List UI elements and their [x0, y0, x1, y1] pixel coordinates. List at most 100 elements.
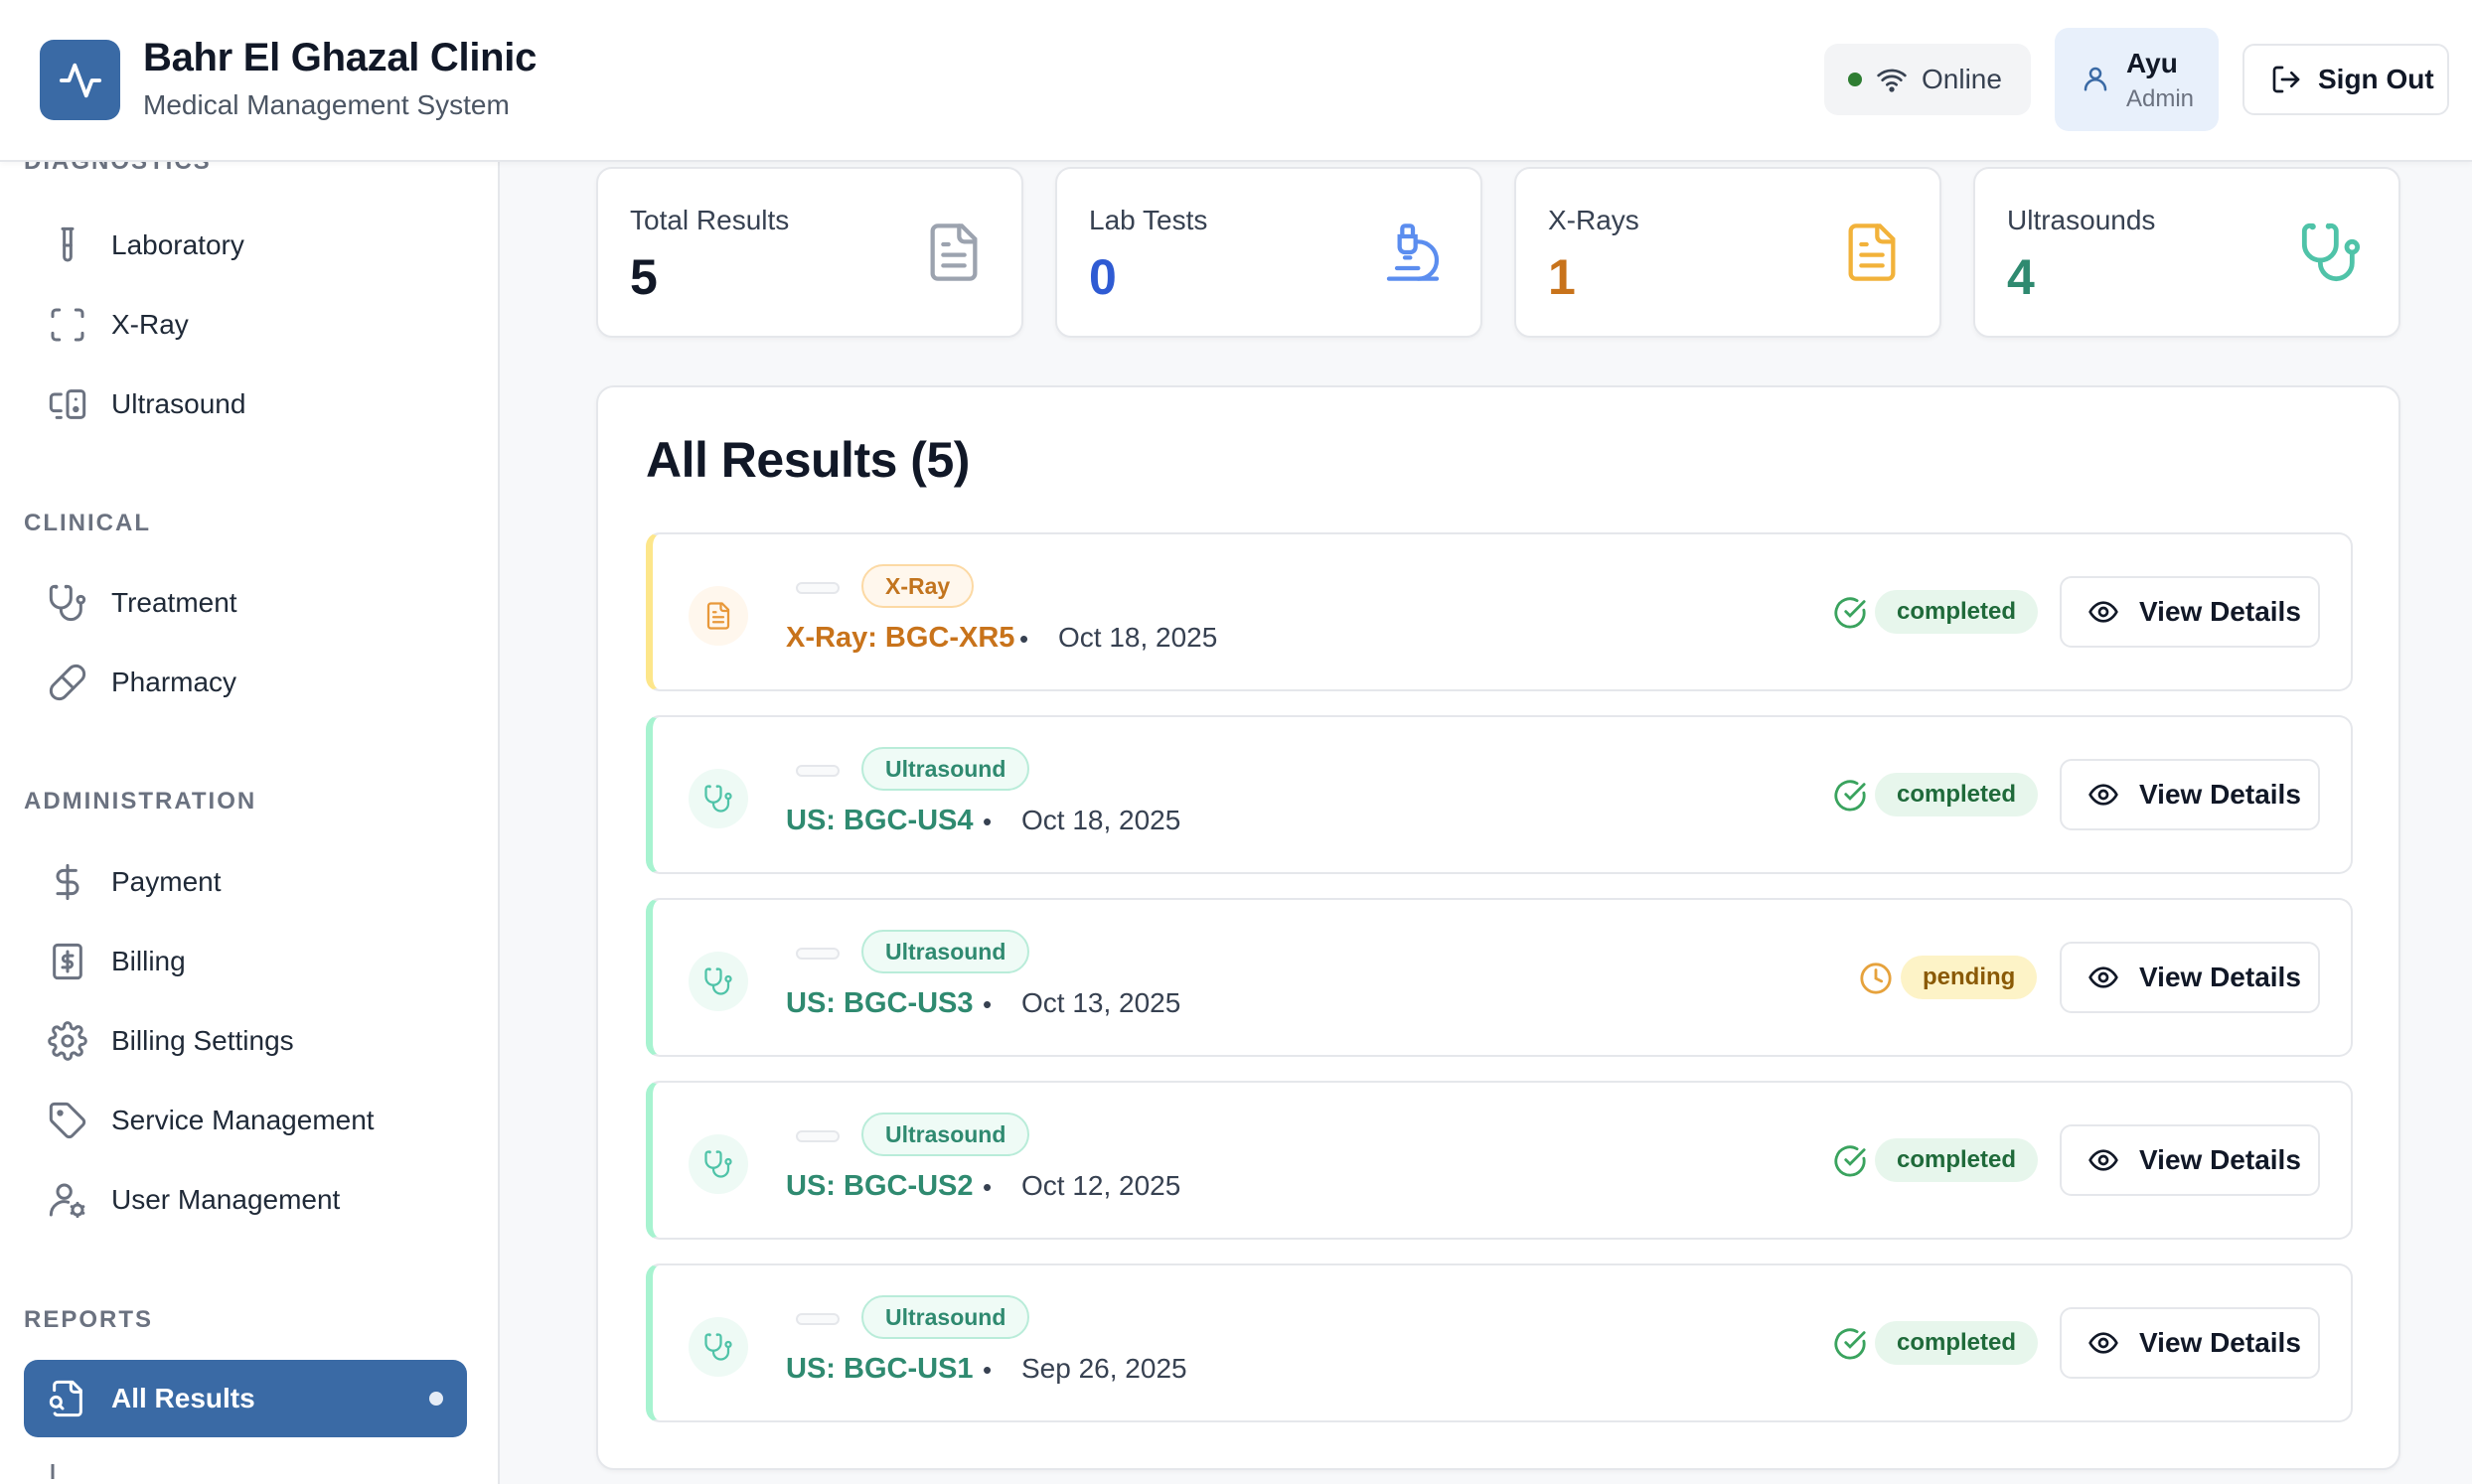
check-circle-icon: [1834, 1145, 1866, 1177]
scan-icon: [51, 308, 84, 342]
sidebar-item-label: Payment: [111, 866, 222, 897]
check-circle-icon: [1834, 1328, 1866, 1360]
sidebar-item-treatment[interactable]: Treatment: [24, 564, 467, 642]
file-text-icon: [1848, 223, 1896, 281]
stat-label: Total Results: [630, 205, 790, 235]
placeholder-pill: [796, 1313, 840, 1325]
placeholder-pill: [796, 948, 840, 960]
stat-label: Lab Tests: [1089, 205, 1208, 235]
stat-value: 4: [2007, 249, 2035, 305]
sidebar-item-all-results[interactable]: All Results: [24, 1360, 467, 1437]
stat-value: 1: [1548, 249, 1576, 305]
status-badge: completed: [1875, 590, 2039, 634]
file-text-icon: [706, 602, 730, 630]
sidebar-item-pharmacy[interactable]: Pharmacy: [24, 644, 467, 721]
result-date: Oct 13, 2025: [1021, 987, 1181, 1018]
result-row[interactable]: Ultrasound US: BGC-US1 • Sep 26, 2025 co…: [646, 1263, 2353, 1422]
results-title: All Results (5): [646, 432, 970, 488]
sidebar-item-label: All Results: [111, 1383, 255, 1413]
result-date: Sep 26, 2025: [1021, 1353, 1187, 1384]
result-title: US: BGC-US3: [786, 987, 974, 1019]
sidebar-item-label: Ultrasound: [111, 388, 246, 419]
stethoscope-icon: [2301, 223, 2361, 282]
view-details-button[interactable]: View Details: [2060, 759, 2320, 830]
eye-icon: [2088, 784, 2118, 806]
status-badge: completed: [1875, 773, 2039, 816]
monitor-speaker-icon: [49, 389, 86, 419]
result-row[interactable]: Ultrasound US: BGC-US3 • Oct 13, 2025 pe…: [646, 898, 2353, 1057]
test-tube-icon: [61, 226, 75, 262]
sidebar-item-user-management[interactable]: User Management: [24, 1161, 467, 1239]
sidebar-item-label: X-Ray: [111, 309, 189, 340]
file-text-icon: [930, 223, 978, 281]
sidebar-item-label: Billing: [111, 946, 186, 976]
activity-icon: [59, 63, 101, 97]
view-details-button[interactable]: View Details: [2060, 576, 2320, 648]
logo[interactable]: [40, 40, 120, 120]
section-reports: REPORTS: [24, 1306, 154, 1333]
section-diagnostics: DIAGNOSTICS: [24, 162, 212, 176]
sidebar-item-ultrasound[interactable]: Ultrasound: [24, 366, 467, 443]
user-profile[interactable]: Ayu Admin: [2055, 28, 2219, 131]
type-badge: Ultrasound: [861, 930, 1030, 973]
sidebar-item-label: User Management: [111, 1184, 341, 1215]
sidebar-item-laboratory[interactable]: Laboratory: [24, 207, 467, 284]
eye-icon: [2088, 601, 2118, 623]
sidebar-item-label: Pharmacy: [111, 667, 237, 697]
stat-card-lab-tests: Lab Tests 0: [1055, 167, 1482, 338]
view-details-label: View Details: [2139, 1327, 2301, 1358]
view-details-button[interactable]: View Details: [2060, 1124, 2320, 1196]
wifi-icon: [1877, 69, 1907, 92]
status-text: Online: [1922, 64, 2002, 94]
receipt-icon: [53, 943, 82, 980]
stat-label: X-Rays: [1548, 205, 1639, 235]
view-details-label: View Details: [2139, 1144, 2301, 1175]
separator-dot: •: [983, 989, 993, 1019]
result-row[interactable]: Ultrasound US: BGC-US2 • Oct 12, 2025 co…: [646, 1081, 2353, 1240]
app-header: Bahr El Ghazal Clinic Medical Management…: [0, 0, 2472, 162]
stat-card-x-rays: X-Rays 1: [1514, 167, 1941, 338]
result-title: US: BGC-US4: [786, 805, 974, 836]
file-search-icon: [49, 1380, 82, 1417]
log-out-icon: [2272, 66, 2300, 93]
clinic-name: Bahr El Ghazal Clinic: [143, 36, 538, 79]
sidebar-item-xray[interactable]: X-Ray: [24, 286, 467, 364]
separator-dot: •: [983, 1355, 993, 1385]
sidebar-item-service-management[interactable]: Service Management: [24, 1082, 467, 1159]
stethoscope-icon: [704, 967, 732, 995]
result-title: US: BGC-US1: [786, 1353, 974, 1385]
status-badge: pending: [1901, 956, 2038, 999]
user-role: Admin: [2126, 85, 2195, 112]
eye-icon: [2088, 966, 2118, 988]
result-row[interactable]: X-Ray X-Ray: BGC-XR5 • Oct 18, 2025 comp…: [646, 532, 2353, 691]
stat-card-total-results: Total Results 5: [596, 167, 1023, 338]
section-clinical: CLINICAL: [24, 510, 151, 536]
result-type-icon: [689, 952, 748, 1011]
status-dot: [1848, 73, 1862, 86]
check-circle-icon: [1834, 597, 1866, 629]
user-name: Ayu: [2126, 48, 2178, 78]
result-type-icon: [689, 1134, 748, 1194]
result-row[interactable]: Ultrasound US: BGC-US4 • Oct 18, 2025 co…: [646, 715, 2353, 874]
result-type-icon: [689, 769, 748, 828]
stethoscope-icon: [49, 584, 86, 622]
type-badge: Ultrasound: [861, 747, 1030, 791]
sidebar-item-label: Service Management: [111, 1105, 375, 1135]
sidebar-item-billing[interactable]: Billing: [24, 923, 467, 1000]
type-badge: X-Ray: [861, 564, 975, 608]
sign-out-button[interactable]: Sign Out: [2242, 44, 2449, 115]
stat-label: Ultrasounds: [2007, 205, 2156, 235]
active-indicator: [429, 1392, 443, 1406]
sidebar-item-payment[interactable]: Payment: [24, 843, 467, 921]
view-details-button[interactable]: View Details: [2060, 942, 2320, 1013]
placeholder-pill: [796, 765, 840, 777]
view-details-label: View Details: [2139, 962, 2301, 992]
result-title: X-Ray: BGC-XR5: [786, 622, 1015, 654]
view-details-label: View Details: [2139, 596, 2301, 627]
result-date: Oct 18, 2025: [1021, 805, 1181, 835]
sidebar-next-item-partial: [48, 1459, 87, 1479]
view-details-button[interactable]: View Details: [2060, 1307, 2320, 1379]
result-date: Oct 18, 2025: [1058, 622, 1218, 653]
sidebar-item-billing-settings[interactable]: Billing Settings: [24, 1002, 467, 1080]
separator-dot: •: [983, 807, 993, 836]
